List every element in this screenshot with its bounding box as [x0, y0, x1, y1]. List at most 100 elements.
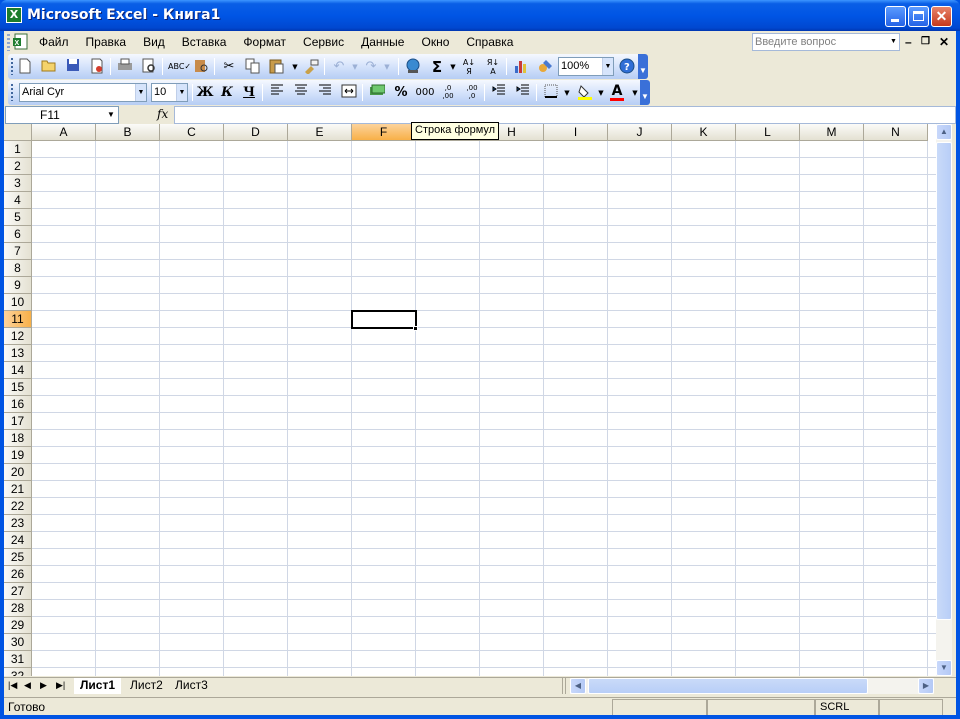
borders-dropdown-icon[interactable]: ▼	[558, 84, 576, 102]
increase-indent-icon[interactable]	[514, 84, 532, 102]
row-header-29[interactable]: 29	[4, 617, 32, 634]
vertical-scroll-thumb[interactable]	[936, 142, 952, 620]
paste-icon[interactable]	[268, 58, 286, 76]
menu-edit[interactable]: Правка	[86, 35, 135, 49]
sort-ascending-icon[interactable]: A↓ Я	[460, 58, 478, 76]
row-header-6[interactable]: 6	[4, 226, 32, 243]
chart-wizard-icon[interactable]	[512, 58, 530, 76]
row-header-18[interactable]: 18	[4, 430, 32, 447]
percent-button[interactable]: %	[392, 84, 410, 102]
column-header-i[interactable]: I	[544, 124, 608, 141]
scroll-left-icon[interactable]: ◀	[570, 678, 586, 694]
chevron-down-icon[interactable]: ▼	[602, 58, 613, 75]
column-header-a[interactable]: A	[32, 124, 96, 141]
row-header-3[interactable]: 3	[4, 175, 32, 192]
insert-function-icon[interactable]: fx	[157, 107, 168, 121]
first-sheet-icon[interactable]: |◀	[8, 680, 17, 691]
formula-input[interactable]	[174, 106, 956, 124]
row-header-12[interactable]: 12	[4, 328, 32, 345]
permission-icon[interactable]	[88, 58, 106, 76]
sort-descending-icon[interactable]: Я↓ A	[484, 58, 502, 76]
column-header-b[interactable]: B	[96, 124, 160, 141]
print-preview-icon[interactable]	[140, 58, 158, 76]
select-all-button[interactable]	[4, 124, 32, 141]
tab-split-handle[interactable]	[562, 678, 566, 694]
zoom-combo[interactable]: 100% ▼	[558, 57, 614, 76]
row-header-19[interactable]: 19	[4, 447, 32, 464]
row-header-4[interactable]: 4	[4, 192, 32, 209]
close-button[interactable]: ✕	[931, 6, 952, 27]
open-icon[interactable]	[40, 58, 58, 76]
workbook-minimize-icon[interactable]: –	[905, 35, 912, 49]
maximize-button[interactable]	[908, 6, 929, 27]
print-icon[interactable]	[116, 58, 134, 76]
title-bar[interactable]: X Microsoft Excel - Книга1 ✕	[0, 0, 960, 31]
sheet-tab-1[interactable]: Лист1	[74, 678, 122, 694]
chevron-down-icon[interactable]: ▼	[888, 34, 899, 50]
horizontal-scroll-thumb[interactable]	[588, 678, 868, 694]
decrease-decimal-button[interactable]: ,00 ,0	[462, 84, 482, 102]
font-combo[interactable]: Arial Cyr ▼	[19, 83, 147, 102]
row-header-14[interactable]: 14	[4, 362, 32, 379]
new-icon[interactable]	[16, 58, 34, 76]
row-header-20[interactable]: 20	[4, 464, 32, 481]
row-header-25[interactable]: 25	[4, 549, 32, 566]
chevron-down-icon[interactable]: ▼	[135, 84, 146, 101]
toolbar-options-button[interactable]: ▼	[640, 80, 650, 105]
spelling-icon[interactable]: ABC✓	[168, 58, 191, 76]
scroll-right-icon[interactable]: ▶	[918, 678, 934, 694]
save-icon[interactable]	[64, 58, 82, 76]
row-header-8[interactable]: 8	[4, 260, 32, 277]
merge-center-icon[interactable]	[340, 84, 358, 102]
active-cell[interactable]	[351, 310, 417, 329]
currency-icon[interactable]	[368, 84, 386, 102]
row-header-11[interactable]: 11	[4, 311, 32, 328]
menu-file[interactable]: Файл	[39, 35, 77, 49]
row-header-28[interactable]: 28	[4, 600, 32, 617]
workbook-icon[interactable]: X	[13, 33, 31, 51]
underline-button[interactable]: Ч	[240, 84, 258, 102]
column-header-e[interactable]: E	[288, 124, 352, 141]
font-size-combo[interactable]: 10 ▼	[151, 83, 188, 102]
workbook-restore-icon[interactable]: ❐	[921, 36, 930, 47]
vertical-scrollbar[interactable]: ▲ ▼	[936, 124, 952, 676]
row-header-7[interactable]: 7	[4, 243, 32, 260]
redo-dropdown-icon[interactable]: ▼	[378, 58, 396, 76]
next-sheet-icon[interactable]: ▶	[40, 680, 47, 691]
excel-icon[interactable]: X	[6, 7, 22, 23]
italic-button[interactable]: К	[218, 84, 236, 102]
menu-help[interactable]: Справка	[466, 35, 521, 49]
align-right-icon[interactable]	[316, 84, 334, 102]
menu-format[interactable]: Формат	[243, 35, 294, 49]
menu-data[interactable]: Данные	[361, 35, 412, 49]
toolbar-grip[interactable]	[11, 58, 13, 75]
sheet-tab-3[interactable]: Лист3	[169, 678, 214, 694]
align-left-icon[interactable]	[268, 84, 286, 102]
row-header-15[interactable]: 15	[4, 379, 32, 396]
chevron-down-icon[interactable]: ▼	[176, 84, 187, 101]
row-header-9[interactable]: 9	[4, 277, 32, 294]
scroll-up-icon[interactable]: ▲	[936, 124, 952, 140]
row-header-32[interactable]: 32	[4, 668, 32, 676]
cut-icon[interactable]: ✂	[220, 58, 238, 76]
row-header-27[interactable]: 27	[4, 583, 32, 600]
last-sheet-icon[interactable]: ▶|	[56, 680, 65, 691]
row-header-16[interactable]: 16	[4, 396, 32, 413]
sheet-tab-2[interactable]: Лист2	[124, 678, 169, 694]
column-header-m[interactable]: M	[800, 124, 864, 141]
toolbar-grip[interactable]	[11, 84, 13, 101]
font-color-icon[interactable]: A	[608, 84, 626, 102]
row-header-24[interactable]: 24	[4, 532, 32, 549]
worksheet[interactable]: ABCDEFGHIJKLMN 1234567891011121314151617…	[4, 124, 936, 676]
row-header-21[interactable]: 21	[4, 481, 32, 498]
bold-button[interactable]: Ж	[196, 84, 214, 102]
column-header-c[interactable]: C	[160, 124, 224, 141]
align-center-icon[interactable]	[292, 84, 310, 102]
row-header-2[interactable]: 2	[4, 158, 32, 175]
row-header-23[interactable]: 23	[4, 515, 32, 532]
help-icon[interactable]: ?	[618, 58, 636, 76]
scroll-down-icon[interactable]: ▼	[936, 660, 952, 676]
row-header-30[interactable]: 30	[4, 634, 32, 651]
row-header-17[interactable]: 17	[4, 413, 32, 430]
minimize-button[interactable]	[885, 6, 906, 27]
